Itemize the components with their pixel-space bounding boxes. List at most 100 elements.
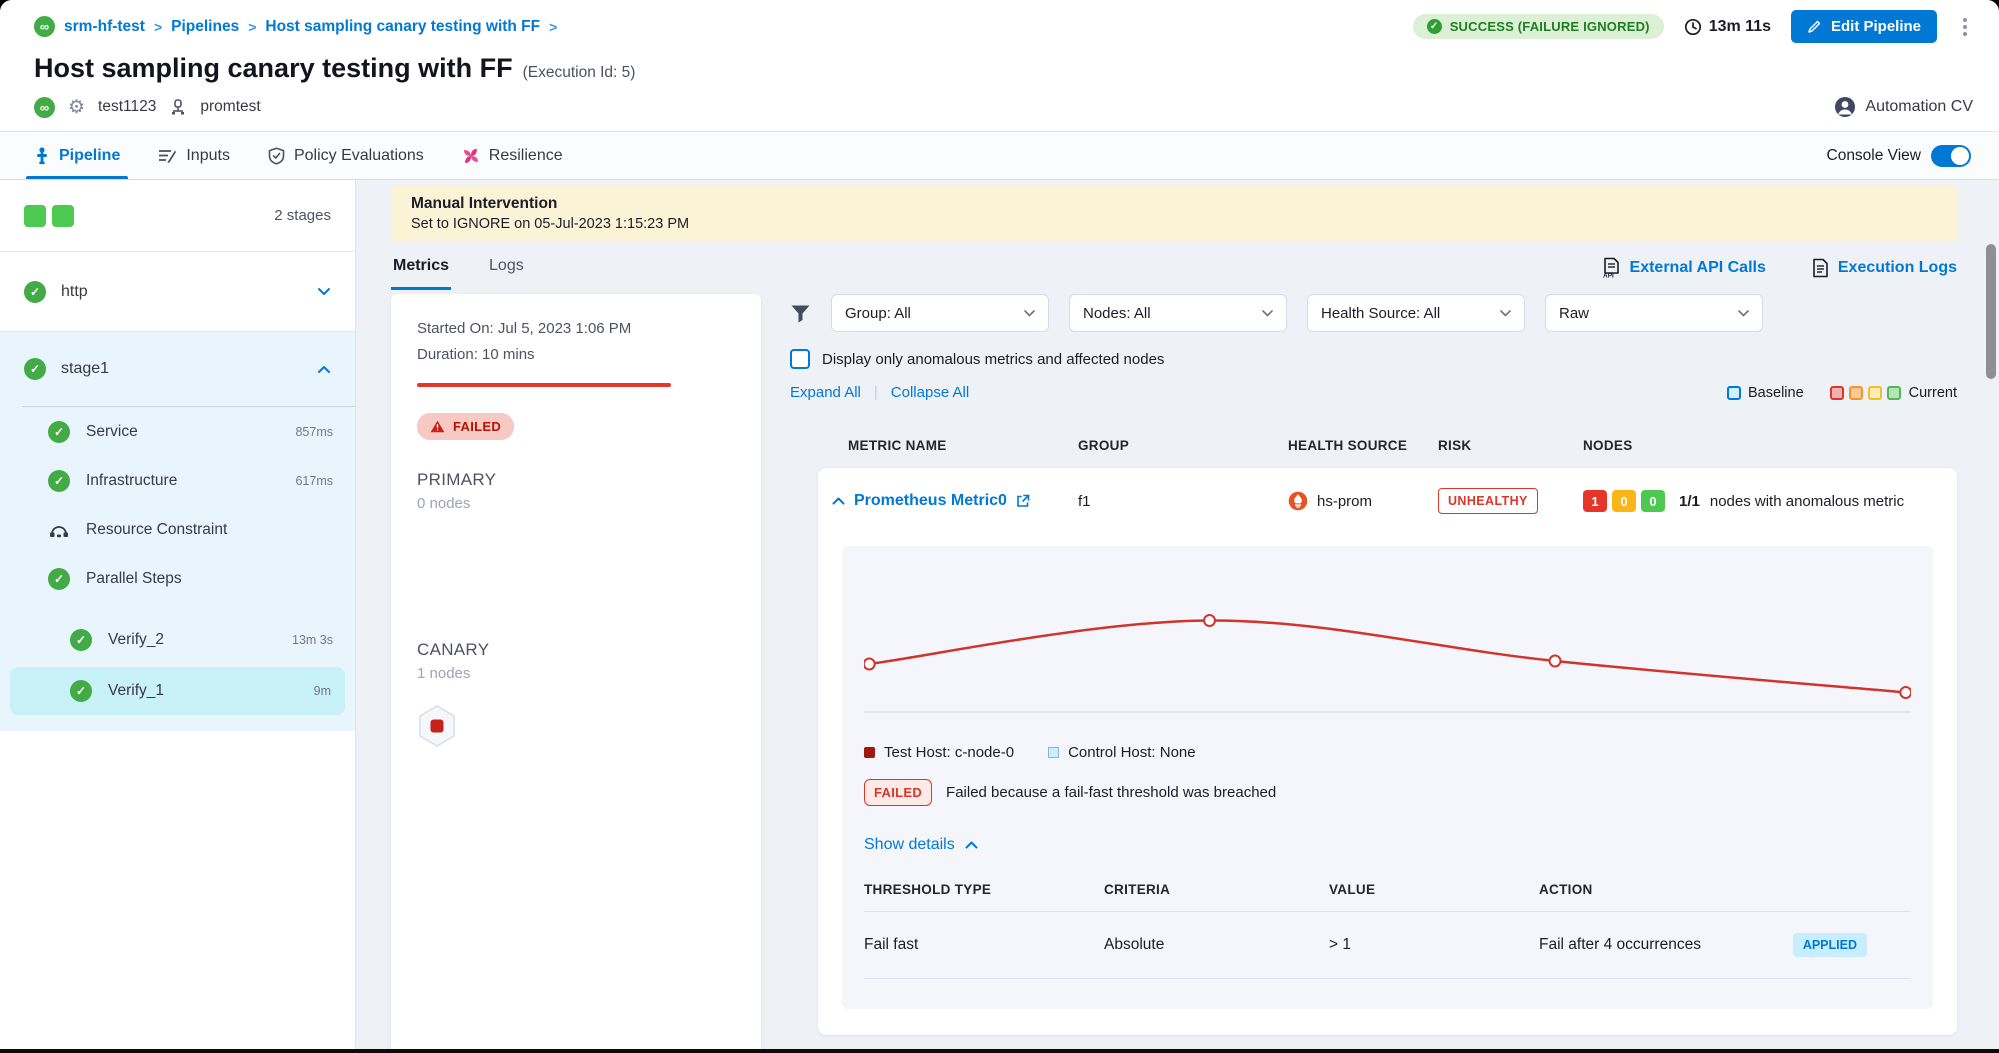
- warning-node-count: 0: [1612, 490, 1636, 512]
- stage-row-stage1[interactable]: ✓ stage1: [0, 332, 355, 406]
- external-api-calls-link[interactable]: API External API Calls: [1602, 257, 1766, 278]
- breadcrumb-pipeline-name[interactable]: Host sampling canary testing with FF: [265, 18, 540, 36]
- success-check-icon: ✓: [48, 421, 70, 443]
- baseline-legend-swatch: [1727, 386, 1741, 400]
- manual-intervention-banner: Manual Intervention Set to IGNORE on 05-…: [391, 186, 1957, 241]
- step-duration: 9m: [314, 684, 331, 698]
- stage-name: http: [61, 283, 88, 301]
- external-link-icon[interactable]: [1016, 494, 1030, 508]
- col-metric-name: METRIC NAME: [848, 438, 1078, 453]
- step-row-parallel-steps[interactable]: ✓ Parallel Steps: [0, 554, 355, 603]
- step-duration: 13m 3s: [292, 633, 333, 647]
- tab-resilience[interactable]: Resilience: [462, 132, 563, 179]
- canary-node-hexagon[interactable]: [417, 704, 735, 748]
- test-host-label: Test Host: c-node-0: [884, 744, 1014, 761]
- col-risk: RISK: [1438, 438, 1583, 453]
- failure-progress-bar: [417, 383, 671, 387]
- chevron-up-icon[interactable]: [317, 365, 331, 374]
- group-filter-value: Group: All: [845, 305, 911, 322]
- metrics-table: METRIC NAME GROUP HEALTH SOURCE RISK NOD…: [818, 423, 1957, 1035]
- external-api-calls-label: External API Calls: [1630, 259, 1766, 277]
- threshold-table-header: THRESHOLD TYPE CRITERIA VALUE ACTION: [864, 882, 1911, 912]
- nodes-filter-dropdown[interactable]: Nodes: All: [1069, 294, 1287, 332]
- duration: Duration: 10 mins: [417, 346, 735, 363]
- detail-subtabs: Metrics Logs: [391, 257, 526, 290]
- stage-count: 2 stages: [274, 207, 331, 224]
- step-label: Verify_2: [108, 631, 164, 649]
- tab-inputs[interactable]: Inputs: [158, 132, 230, 179]
- metric-name-link[interactable]: Prometheus Metric0: [854, 492, 1007, 510]
- breadcrumb-row: ∞ srm-hf-test > Pipelines > Host samplin…: [34, 10, 1973, 43]
- metric-chart-svg: [864, 574, 1911, 724]
- current-legend-label: Current: [1909, 385, 1957, 401]
- step-row-verify-2[interactable]: ✓ Verify_2 13m 3s: [0, 615, 355, 664]
- subtab-logs[interactable]: Logs: [487, 257, 526, 290]
- meta-row: ∞ ⚙ test1123 promtest Automation CV: [34, 96, 1973, 131]
- collapse-all-link[interactable]: Collapse All: [891, 384, 969, 401]
- page-header: ∞ srm-hf-test > Pipelines > Host samplin…: [0, 0, 1999, 131]
- failure-reason-row: FAILED Failed because a fail-fast thresh…: [864, 779, 1911, 806]
- main-tabbar: Pipeline Inputs Policy Evaluations Resil…: [0, 131, 1999, 180]
- stage-name: stage1: [61, 360, 109, 378]
- nodes-cell: 1 0 0 1/1 nodes with anomalous metric: [1583, 490, 1957, 512]
- unhealthy-node-count: 1: [1583, 490, 1607, 512]
- status-badge: ✓ SUCCESS (FAILURE IGNORED): [1413, 14, 1664, 39]
- step-row-verify-1-selected[interactable]: ✓ Verify_1 9m: [10, 667, 345, 715]
- expand-all-link[interactable]: Expand All: [790, 384, 861, 401]
- success-check-icon: ✓: [24, 358, 46, 380]
- more-options-menu-icon[interactable]: [1957, 14, 1973, 40]
- step-details-panel: Manual Intervention Set to IGNORE on 05-…: [356, 180, 1999, 1049]
- step-label: Verify_1: [108, 682, 164, 700]
- environment-icon: [169, 98, 187, 116]
- check-circle-icon: ✓: [1427, 19, 1442, 34]
- threshold-table: THRESHOLD TYPE CRITERIA VALUE ACTION Fai…: [864, 882, 1911, 979]
- breadcrumb-project[interactable]: srm-hf-test: [64, 18, 145, 36]
- current-green-swatch: [1887, 386, 1901, 400]
- risk-badge: UNHEALTHY: [1438, 488, 1538, 514]
- primary-node-count: 0 nodes: [417, 495, 735, 512]
- content-area: 2 stages ✓ http ✓ stage1 ✓ Service 857ms: [0, 180, 1999, 1049]
- anomalous-checkbox[interactable]: [790, 349, 810, 369]
- health-source-filter-dropdown[interactable]: Health Source: All: [1307, 294, 1525, 332]
- scrollbar-thumb[interactable]: [1986, 244, 1996, 379]
- step-row-service[interactable]: ✓ Service 857ms: [0, 407, 355, 456]
- started-on: Started On: Jul 5, 2023 1:06 PM: [417, 320, 735, 337]
- service-env-meta: ∞ ⚙ test1123 promtest: [34, 97, 261, 118]
- step-label: Resource Constraint: [86, 521, 227, 539]
- show-details-toggle[interactable]: Show details: [864, 836, 978, 854]
- chevron-down-icon[interactable]: [317, 287, 331, 296]
- edit-pipeline-button[interactable]: Edit Pipeline: [1791, 10, 1937, 43]
- tab-policy-evaluations[interactable]: Policy Evaluations: [268, 132, 424, 179]
- chevron-up-icon: [965, 841, 978, 849]
- tab-pipeline[interactable]: Pipeline: [34, 132, 120, 179]
- stage-row-http[interactable]: ✓ http: [0, 252, 355, 332]
- control-host-label: Control Host: None: [1068, 744, 1196, 761]
- execution-logs-link[interactable]: Execution Logs: [1812, 257, 1957, 278]
- col-nodes: NODES: [1583, 438, 1957, 453]
- current-orange-swatch: [1849, 386, 1863, 400]
- step-label: Infrastructure: [86, 472, 177, 490]
- harness-logo-icon: ∞: [34, 16, 55, 37]
- current-red-swatch: [1830, 386, 1844, 400]
- group-filter-dropdown[interactable]: Group: All: [831, 294, 1049, 332]
- host-legend: Test Host: c-node-0 Control Host: None: [864, 744, 1911, 761]
- col-health-source: HEALTH SOURCE: [1288, 438, 1438, 453]
- console-view-toggle[interactable]: [1931, 145, 1971, 167]
- tab-pipeline-label: Pipeline: [59, 147, 120, 165]
- clock-icon: [1684, 18, 1702, 36]
- chevron-down-icon: [1500, 310, 1511, 317]
- filter-funnel-icon[interactable]: [790, 304, 811, 323]
- inputs-icon: [158, 147, 177, 164]
- breadcrumb-pipelines[interactable]: Pipelines: [171, 18, 239, 36]
- warning-triangle-icon: [430, 420, 445, 433]
- failure-reason-text: Failed because a fail-fast threshold was…: [946, 784, 1276, 801]
- col-value: VALUE: [1329, 882, 1539, 897]
- app-window: ∞ srm-hf-test > Pipelines > Host samplin…: [0, 0, 1999, 1053]
- step-row-resource-constraint[interactable]: Resource Constraint: [0, 505, 355, 554]
- step-row-infrastructure[interactable]: ✓ Infrastructure 617ms: [0, 456, 355, 505]
- view-mode-dropdown[interactable]: Raw: [1545, 294, 1763, 332]
- collapse-chevron-up-icon[interactable]: [832, 497, 845, 505]
- subtab-metrics[interactable]: Metrics: [391, 257, 451, 290]
- step-label: Service: [86, 423, 138, 441]
- metrics-table-header: METRIC NAME GROUP HEALTH SOURCE RISK NOD…: [818, 423, 1957, 468]
